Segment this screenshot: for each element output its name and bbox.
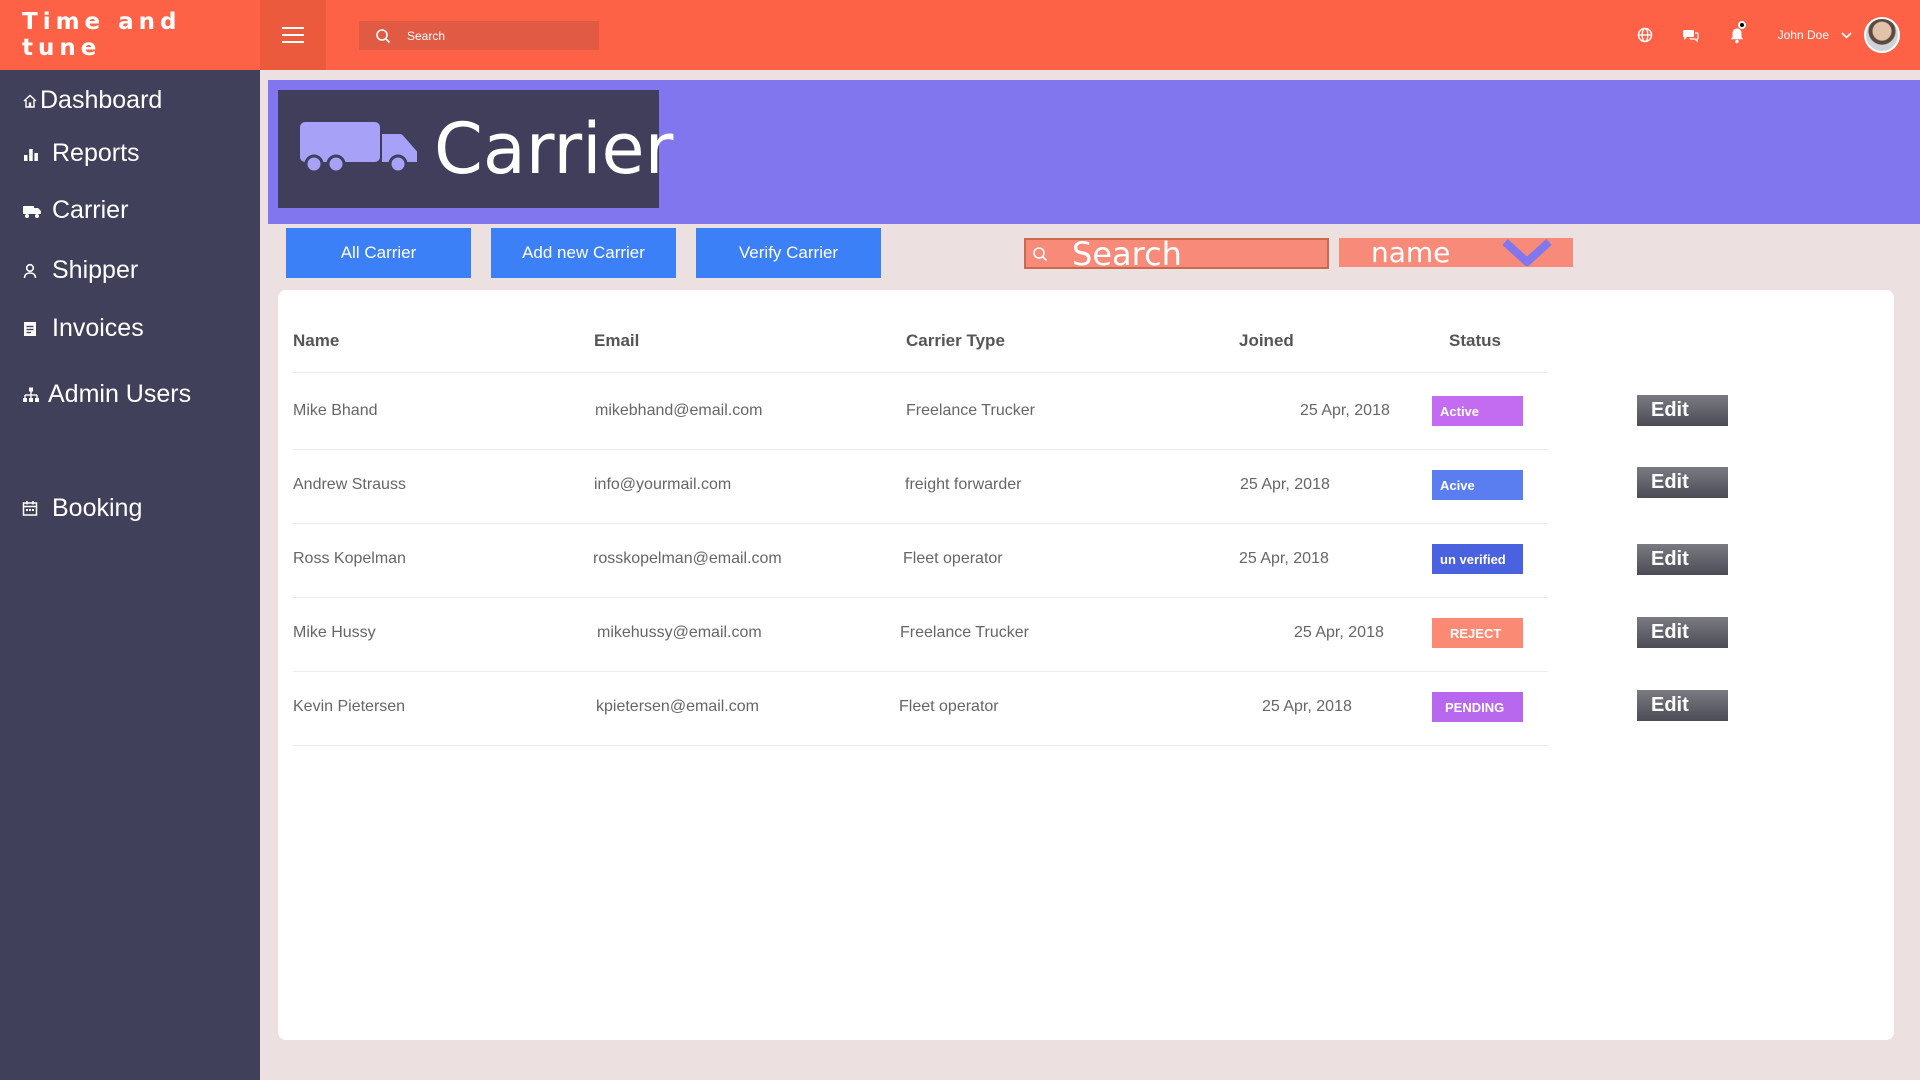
brand-logo[interactable]: Time and tune	[0, 0, 260, 70]
globe-button[interactable]	[1622, 0, 1668, 70]
sidebar-item-booking[interactable]: Booking	[22, 494, 142, 523]
cell-joined: 25 Apr, 2018	[1294, 624, 1384, 641]
header-joined: Joined	[1239, 331, 1294, 350]
cell-email: rosskopelman@email.com	[593, 550, 782, 567]
cell-joined: 25 Apr, 2018	[1262, 698, 1352, 715]
calendar-icon	[22, 500, 44, 517]
cell-email: mikehussy@email.com	[597, 624, 762, 641]
select-value: name	[1371, 236, 1451, 269]
search-icon	[376, 28, 391, 43]
truck-icon	[298, 120, 422, 179]
user-icon	[22, 262, 44, 280]
cell-name: Kevin Pietersen	[293, 698, 406, 715]
edit-button[interactable]: Edit	[1637, 617, 1728, 648]
notifications-button[interactable]	[1714, 0, 1760, 70]
globe-icon	[1637, 27, 1652, 43]
notification-dot	[1737, 21, 1746, 29]
user-menu[interactable]: John Doe	[1778, 17, 1900, 53]
status-badge: un verified	[1432, 544, 1523, 574]
cell-name: Ross Kopelman	[293, 550, 406, 567]
status-badge: Active	[1432, 396, 1523, 426]
header-name: Name	[293, 331, 340, 350]
cell-carrier-type: Fleet operator	[899, 698, 999, 715]
cell-carrier-type: Freelance Trucker	[900, 624, 1029, 641]
row-divider	[293, 671, 1548, 672]
edit-button[interactable]: Edit	[1637, 690, 1728, 721]
edit-button[interactable]: Edit	[1637, 467, 1728, 498]
row-divider	[293, 745, 1548, 746]
row-divider	[293, 523, 1548, 524]
bell-icon	[1730, 28, 1743, 43]
all-carrier-button[interactable]: All Carrier	[286, 228, 471, 278]
cell-carrier-type: Fleet operator	[903, 550, 1003, 567]
cell-carrier-type: Freelance Trucker	[906, 402, 1035, 419]
sitemap-icon	[22, 386, 40, 404]
top-search-input[interactable]	[407, 28, 587, 43]
chevron-down-icon	[1502, 239, 1552, 266]
cell-email: info@yourmail.com	[594, 476, 732, 493]
status-badge: PENDING	[1432, 692, 1523, 722]
user-name: John Doe	[1777, 28, 1829, 42]
sidebar-item-dashboard[interactable]: Dashboard	[22, 86, 162, 115]
menu-toggle-button[interactable]	[260, 0, 326, 70]
chevron-down-icon	[1841, 31, 1852, 39]
search-icon	[1033, 246, 1048, 261]
page-title-box: Carrier	[278, 90, 673, 208]
sidebar-item-shipper[interactable]: Shipper	[22, 256, 138, 285]
page-title: Carrier	[434, 108, 674, 190]
sidebar-item-label: Shipper	[52, 256, 139, 284]
row-divider	[293, 597, 1548, 598]
sidebar-item-invoices[interactable]: Invoices	[22, 314, 144, 343]
top-bar: Time and tune John Doe	[0, 0, 1920, 70]
sidebar-item-label: Carrier	[52, 196, 129, 224]
top-icons: John Doe	[1622, 0, 1920, 70]
top-search-bar	[359, 21, 599, 50]
search-field-select[interactable]: name	[1339, 236, 1573, 269]
sidebar-item-label: Reports	[52, 139, 140, 167]
sidebar-item-label: Dashboard	[40, 86, 163, 114]
cell-name: Mike Hussy	[293, 624, 376, 641]
messages-button[interactable]	[1668, 0, 1714, 70]
avatar	[1864, 17, 1900, 53]
edit-button[interactable]: Edit	[1637, 544, 1728, 575]
carrier-search-input[interactable]	[1072, 234, 1312, 273]
sidebar-item-admin-users[interactable]: Admin Users	[22, 380, 191, 409]
verify-carrier-button[interactable]: Verify Carrier	[696, 228, 881, 278]
cell-carrier-type: freight forwarder	[905, 476, 1022, 493]
sidebar-item-label: Admin Users	[48, 380, 192, 408]
cell-name: Andrew Strauss	[293, 476, 406, 493]
cell-joined: 25 Apr, 2018	[1240, 476, 1330, 493]
cell-joined: 25 Apr, 2018	[1239, 550, 1329, 567]
edit-button[interactable]: Edit	[1637, 395, 1728, 426]
sidebar-item-reports[interactable]: Reports	[22, 139, 140, 168]
sidebar-item-carrier[interactable]: Carrier	[22, 196, 128, 225]
header-carrier-type: Carrier Type	[906, 331, 1005, 350]
bar-chart-icon	[22, 146, 44, 162]
hamburger-icon	[282, 25, 304, 46]
cell-joined: 25 Apr, 2018	[1300, 402, 1390, 419]
add-new-carrier-button[interactable]: Add new Carrier	[491, 228, 676, 278]
row-divider	[293, 449, 1548, 450]
sidebar-item-label: Invoices	[52, 314, 144, 342]
cell-email: mikebhand@email.com	[595, 402, 763, 419]
status-badge: Acive	[1432, 470, 1523, 500]
invoice-icon	[22, 320, 44, 338]
cell-email: kpietersen@email.com	[596, 698, 759, 715]
status-badge: REJECT	[1432, 618, 1523, 648]
header-email: Email	[594, 331, 640, 350]
carrier-search-bar	[1024, 234, 1329, 273]
cell-name: Mike Bhand	[293, 402, 378, 419]
header-status: Status	[1449, 331, 1501, 350]
truck-icon	[22, 203, 44, 219]
chat-icon	[1683, 30, 1699, 43]
sidebar-item-label: Booking	[52, 494, 143, 522]
home-icon	[22, 93, 38, 109]
row-divider	[293, 372, 1548, 373]
